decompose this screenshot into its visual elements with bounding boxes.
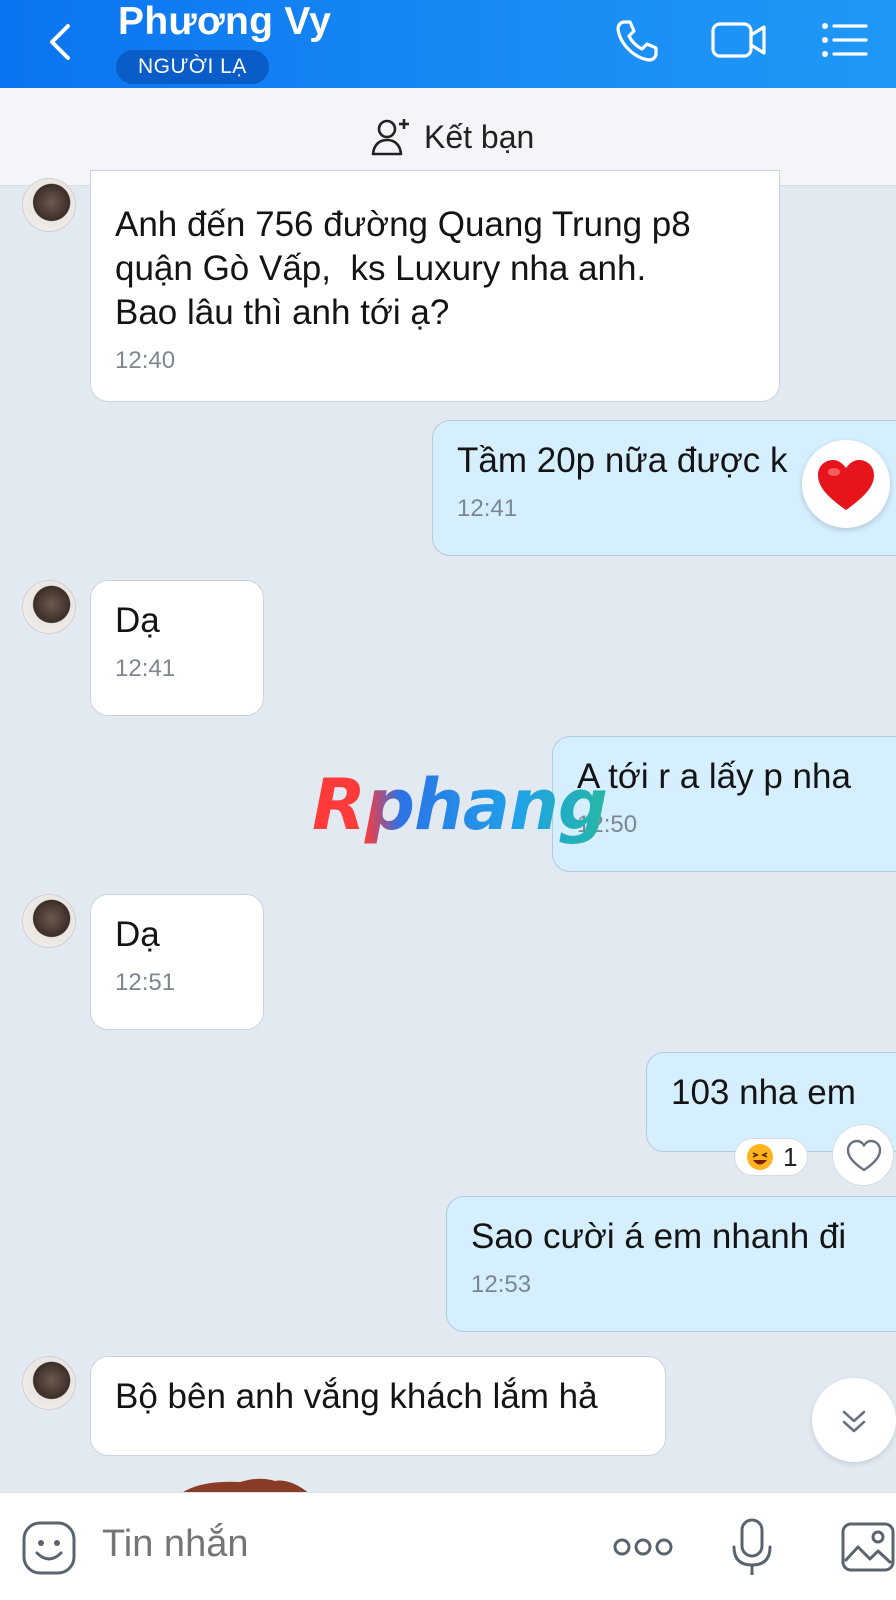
scroll-to-bottom-button[interactable] <box>812 1378 896 1462</box>
avatar[interactable] <box>22 1356 76 1410</box>
image-gallery-icon[interactable] <box>840 1521 896 1573</box>
avatar[interactable] <box>22 178 76 232</box>
message-time: 12:51 <box>115 969 176 996</box>
laughing-emoji-icon <box>747 1144 773 1170</box>
watermark-logo: Rphang <box>312 764 608 846</box>
message-text: Dạ <box>115 601 160 640</box>
double-chevron-down-icon <box>842 1410 866 1433</box>
message-time: 12:53 <box>471 1271 532 1298</box>
avatar[interactable] <box>22 894 76 948</box>
more-options-icon[interactable] <box>612 1533 674 1561</box>
sticker-emoji-icon[interactable] <box>20 1519 78 1577</box>
chevron-left-icon[interactable] <box>38 18 86 66</box>
message-text: 103 nha em <box>671 1073 856 1112</box>
message-time: 12:41 <box>115 655 176 682</box>
add-friend-button[interactable]: Kết bạn <box>370 114 534 160</box>
microphone-icon[interactable] <box>730 1517 774 1579</box>
avatar[interactable] <box>22 580 76 634</box>
add-user-icon <box>371 119 409 156</box>
message-time: 12:40 <box>115 347 176 374</box>
message-composer <box>0 1492 896 1600</box>
message-text: Anh đến 756 đường Quang Trung p8 quận Gò… <box>115 205 691 332</box>
add-friend-label: Kết bạn <box>424 118 535 155</box>
message-bubble-incoming[interactable]: Anh đến 756 đường Quang Trung p8 quận Gò… <box>90 170 780 402</box>
reaction-summary[interactable]: 1 <box>734 1138 809 1176</box>
message-bubble-incoming[interactable]: Dạ 12:41 <box>90 580 264 716</box>
message-text: Sao cười á em nhanh đi <box>471 1217 847 1256</box>
message-input[interactable] <box>102 1523 562 1566</box>
chat-header: Phương Vy NGƯỜI LẠ <box>0 0 896 88</box>
contact-name[interactable]: Phương Vy <box>118 0 331 44</box>
react-button[interactable] <box>832 1124 894 1186</box>
message-text: A tới r a lấy p nha <box>577 757 851 796</box>
heart-outline-icon <box>846 1139 882 1172</box>
list-menu-icon[interactable] <box>816 14 874 66</box>
message-text: Bộ bên anh vắng khách lắm hả <box>115 1377 598 1416</box>
message-bubble-incoming[interactable]: Dạ 12:51 <box>90 894 264 1030</box>
message-time: 12:50 <box>577 811 638 838</box>
heart-reaction[interactable] <box>802 440 890 528</box>
message-bubble-incoming[interactable]: Bộ bên anh vắng khách lắm hả <box>90 1356 666 1456</box>
heart-icon <box>818 460 874 510</box>
message-bubble-outgoing[interactable]: Sao cười á em nhanh đi 12:53 <box>446 1196 896 1332</box>
video-call-icon[interactable] <box>710 14 768 66</box>
reaction-count: 1 <box>783 1141 798 1172</box>
message-text: Dạ <box>115 915 160 954</box>
phone-icon[interactable] <box>612 14 670 66</box>
stranger-badge: NGƯỜI LẠ <box>116 50 269 84</box>
